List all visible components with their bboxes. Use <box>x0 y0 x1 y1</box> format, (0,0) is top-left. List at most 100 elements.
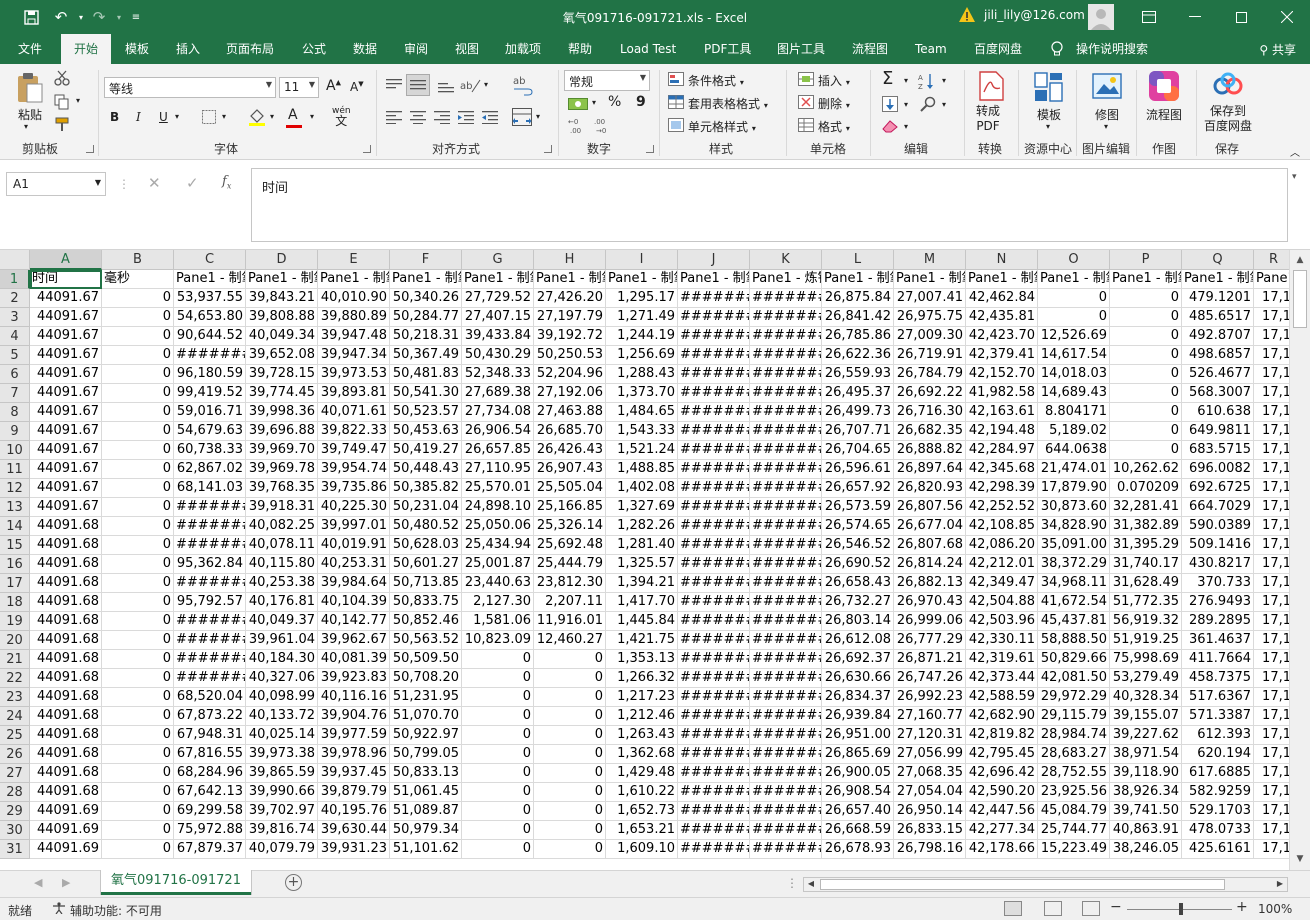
table-cell[interactable]: 26,612.08 <box>822 631 894 650</box>
table-cell[interactable]: 44091.68 <box>30 783 102 802</box>
table-cell[interactable]: 26,622.36 <box>822 346 894 365</box>
table-cell[interactable]: 1,610.22 <box>606 783 678 802</box>
table-cell[interactable]: 26,888.82 <box>894 441 966 460</box>
copy-icon[interactable] <box>54 94 70 113</box>
table-cell[interactable]: 649.9811 <box>1182 422 1254 441</box>
table-cell[interactable]: 0 <box>102 593 174 612</box>
zoom-out-icon[interactable]: − <box>1110 899 1122 915</box>
table-cell[interactable]: 0 <box>462 726 534 745</box>
table-cell[interactable]: 0 <box>102 745 174 764</box>
table-cell[interactable]: 40,328.34 <box>1110 688 1182 707</box>
table-cell[interactable]: 17,1 <box>1254 460 1289 479</box>
table-cell[interactable]: 26,690.52 <box>822 555 894 574</box>
decrease-indent-icon[interactable] <box>458 110 474 127</box>
table-cell[interactable]: ####### <box>174 650 246 669</box>
table-cell[interactable]: 26,834.37 <box>822 688 894 707</box>
normal-view-icon[interactable] <box>1004 901 1022 916</box>
table-cell[interactable]: ####### <box>678 593 750 612</box>
table-cell[interactable]: 26,678.93 <box>822 840 894 859</box>
table-cell[interactable]: ####### <box>678 289 750 308</box>
header-cell[interactable]: Pane1 - 制氧 <box>462 270 534 289</box>
table-cell[interactable]: 0 <box>102 840 174 859</box>
table-cell[interactable]: 517.6367 <box>1182 688 1254 707</box>
table-cell[interactable]: 50,852.46 <box>390 612 462 631</box>
table-cell[interactable]: 42,298.39 <box>966 479 1038 498</box>
table-cell[interactable]: 51,089.87 <box>390 802 462 821</box>
font-size-box[interactable]: 11 ▼ <box>279 77 319 98</box>
table-cell[interactable]: 0 <box>102 422 174 441</box>
table-cell[interactable]: 39,962.67 <box>318 631 390 650</box>
table-cell[interactable]: 62,867.02 <box>174 460 246 479</box>
row-header[interactable]: 23 <box>0 688 30 707</box>
table-cell[interactable]: 25,444.79 <box>534 555 606 574</box>
table-cell[interactable]: 17,1 <box>1254 479 1289 498</box>
table-cell[interactable]: 31,628.49 <box>1110 574 1182 593</box>
table-cell[interactable]: 39,696.88 <box>246 422 318 441</box>
table-cell[interactable]: 0 <box>1110 346 1182 365</box>
table-cell[interactable]: ####### <box>678 764 750 783</box>
row-header[interactable]: 14 <box>0 517 30 536</box>
lightbulb-icon[interactable] <box>1050 41 1064 57</box>
table-cell[interactable]: 0 <box>102 403 174 422</box>
currency-dropdown-icon[interactable]: ▾ <box>592 98 596 107</box>
column-header[interactable]: L <box>822 250 894 270</box>
table-cell[interactable]: 39,192.72 <box>534 327 606 346</box>
table-cell[interactable]: 26,630.66 <box>822 669 894 688</box>
table-cell[interactable]: 17,1 <box>1254 669 1289 688</box>
table-cell[interactable]: 42,284.97 <box>966 441 1038 460</box>
table-cell[interactable]: 42,178.66 <box>966 840 1038 859</box>
table-cell[interactable]: 39,969.70 <box>246 441 318 460</box>
table-cell[interactable]: 0 <box>462 821 534 840</box>
table-cell[interactable]: 0 <box>1110 308 1182 327</box>
table-cell[interactable]: 40,327.06 <box>246 669 318 688</box>
table-cell[interactable]: 0 <box>102 802 174 821</box>
font-dialog-launcher[interactable] <box>363 145 371 153</box>
table-cell[interactable]: 50,430.29 <box>462 346 534 365</box>
table-cell[interactable]: 58,888.50 <box>1038 631 1110 650</box>
table-cell[interactable]: 26,814.24 <box>894 555 966 574</box>
table-cell[interactable]: ####### <box>678 327 750 346</box>
table-cell[interactable]: 42,379.41 <box>966 346 1038 365</box>
next-sheet-icon[interactable]: ▶ <box>62 876 70 889</box>
table-cell[interactable]: 38,372.29 <box>1038 555 1110 574</box>
table-cell[interactable]: 52,204.96 <box>534 365 606 384</box>
table-cell[interactable]: 17,1 <box>1254 631 1289 650</box>
table-format-icon[interactable] <box>668 95 684 112</box>
tab-insert[interactable]: 插入 <box>176 34 200 64</box>
table-cell[interactable]: ####### <box>678 612 750 631</box>
table-cell[interactable]: 26,833.15 <box>894 821 966 840</box>
table-cell[interactable]: 0 <box>462 745 534 764</box>
table-cell[interactable]: ####### <box>750 536 822 555</box>
share-button[interactable]: ⚲ 共享 <box>1259 41 1296 58</box>
table-cell[interactable]: ####### <box>750 821 822 840</box>
table-cell[interactable]: ####### <box>750 346 822 365</box>
conditional-format-icon[interactable] <box>668 72 684 89</box>
format-cells-icon[interactable] <box>798 118 814 135</box>
table-cell[interactable]: 1,652.73 <box>606 802 678 821</box>
table-cell[interactable]: 26,719.91 <box>894 346 966 365</box>
table-cell[interactable]: 0 <box>102 346 174 365</box>
table-cell[interactable]: 696.0082 <box>1182 460 1254 479</box>
table-cell[interactable]: 0 <box>534 707 606 726</box>
table-cell[interactable]: 39,931.23 <box>318 840 390 859</box>
table-cell[interactable]: ####### <box>750 688 822 707</box>
column-header[interactable]: J <box>678 250 750 270</box>
confirm-entry-icon[interactable]: ✓ <box>186 174 199 192</box>
table-cell[interactable]: 1,263.43 <box>606 726 678 745</box>
table-cell[interactable]: ####### <box>678 498 750 517</box>
table-cell[interactable]: ####### <box>678 403 750 422</box>
table-cell[interactable]: 26,907.43 <box>534 460 606 479</box>
table-cell[interactable]: ####### <box>750 422 822 441</box>
table-cell[interactable]: 41,672.54 <box>1038 593 1110 612</box>
percent-button[interactable]: % <box>608 94 621 110</box>
cell-style-icon[interactable] <box>668 118 684 135</box>
table-cell[interactable]: 25,166.85 <box>534 498 606 517</box>
table-cell[interactable]: 1,488.85 <box>606 460 678 479</box>
table-cell[interactable]: 617.6885 <box>1182 764 1254 783</box>
maximize-icon[interactable] <box>1218 0 1264 34</box>
table-cell[interactable]: 2,127.30 <box>462 593 534 612</box>
table-cell[interactable]: 39,954.74 <box>318 460 390 479</box>
row-header[interactable]: 24 <box>0 707 30 726</box>
table-cell[interactable]: 50,448.43 <box>390 460 462 479</box>
table-cell[interactable]: 1,429.48 <box>606 764 678 783</box>
